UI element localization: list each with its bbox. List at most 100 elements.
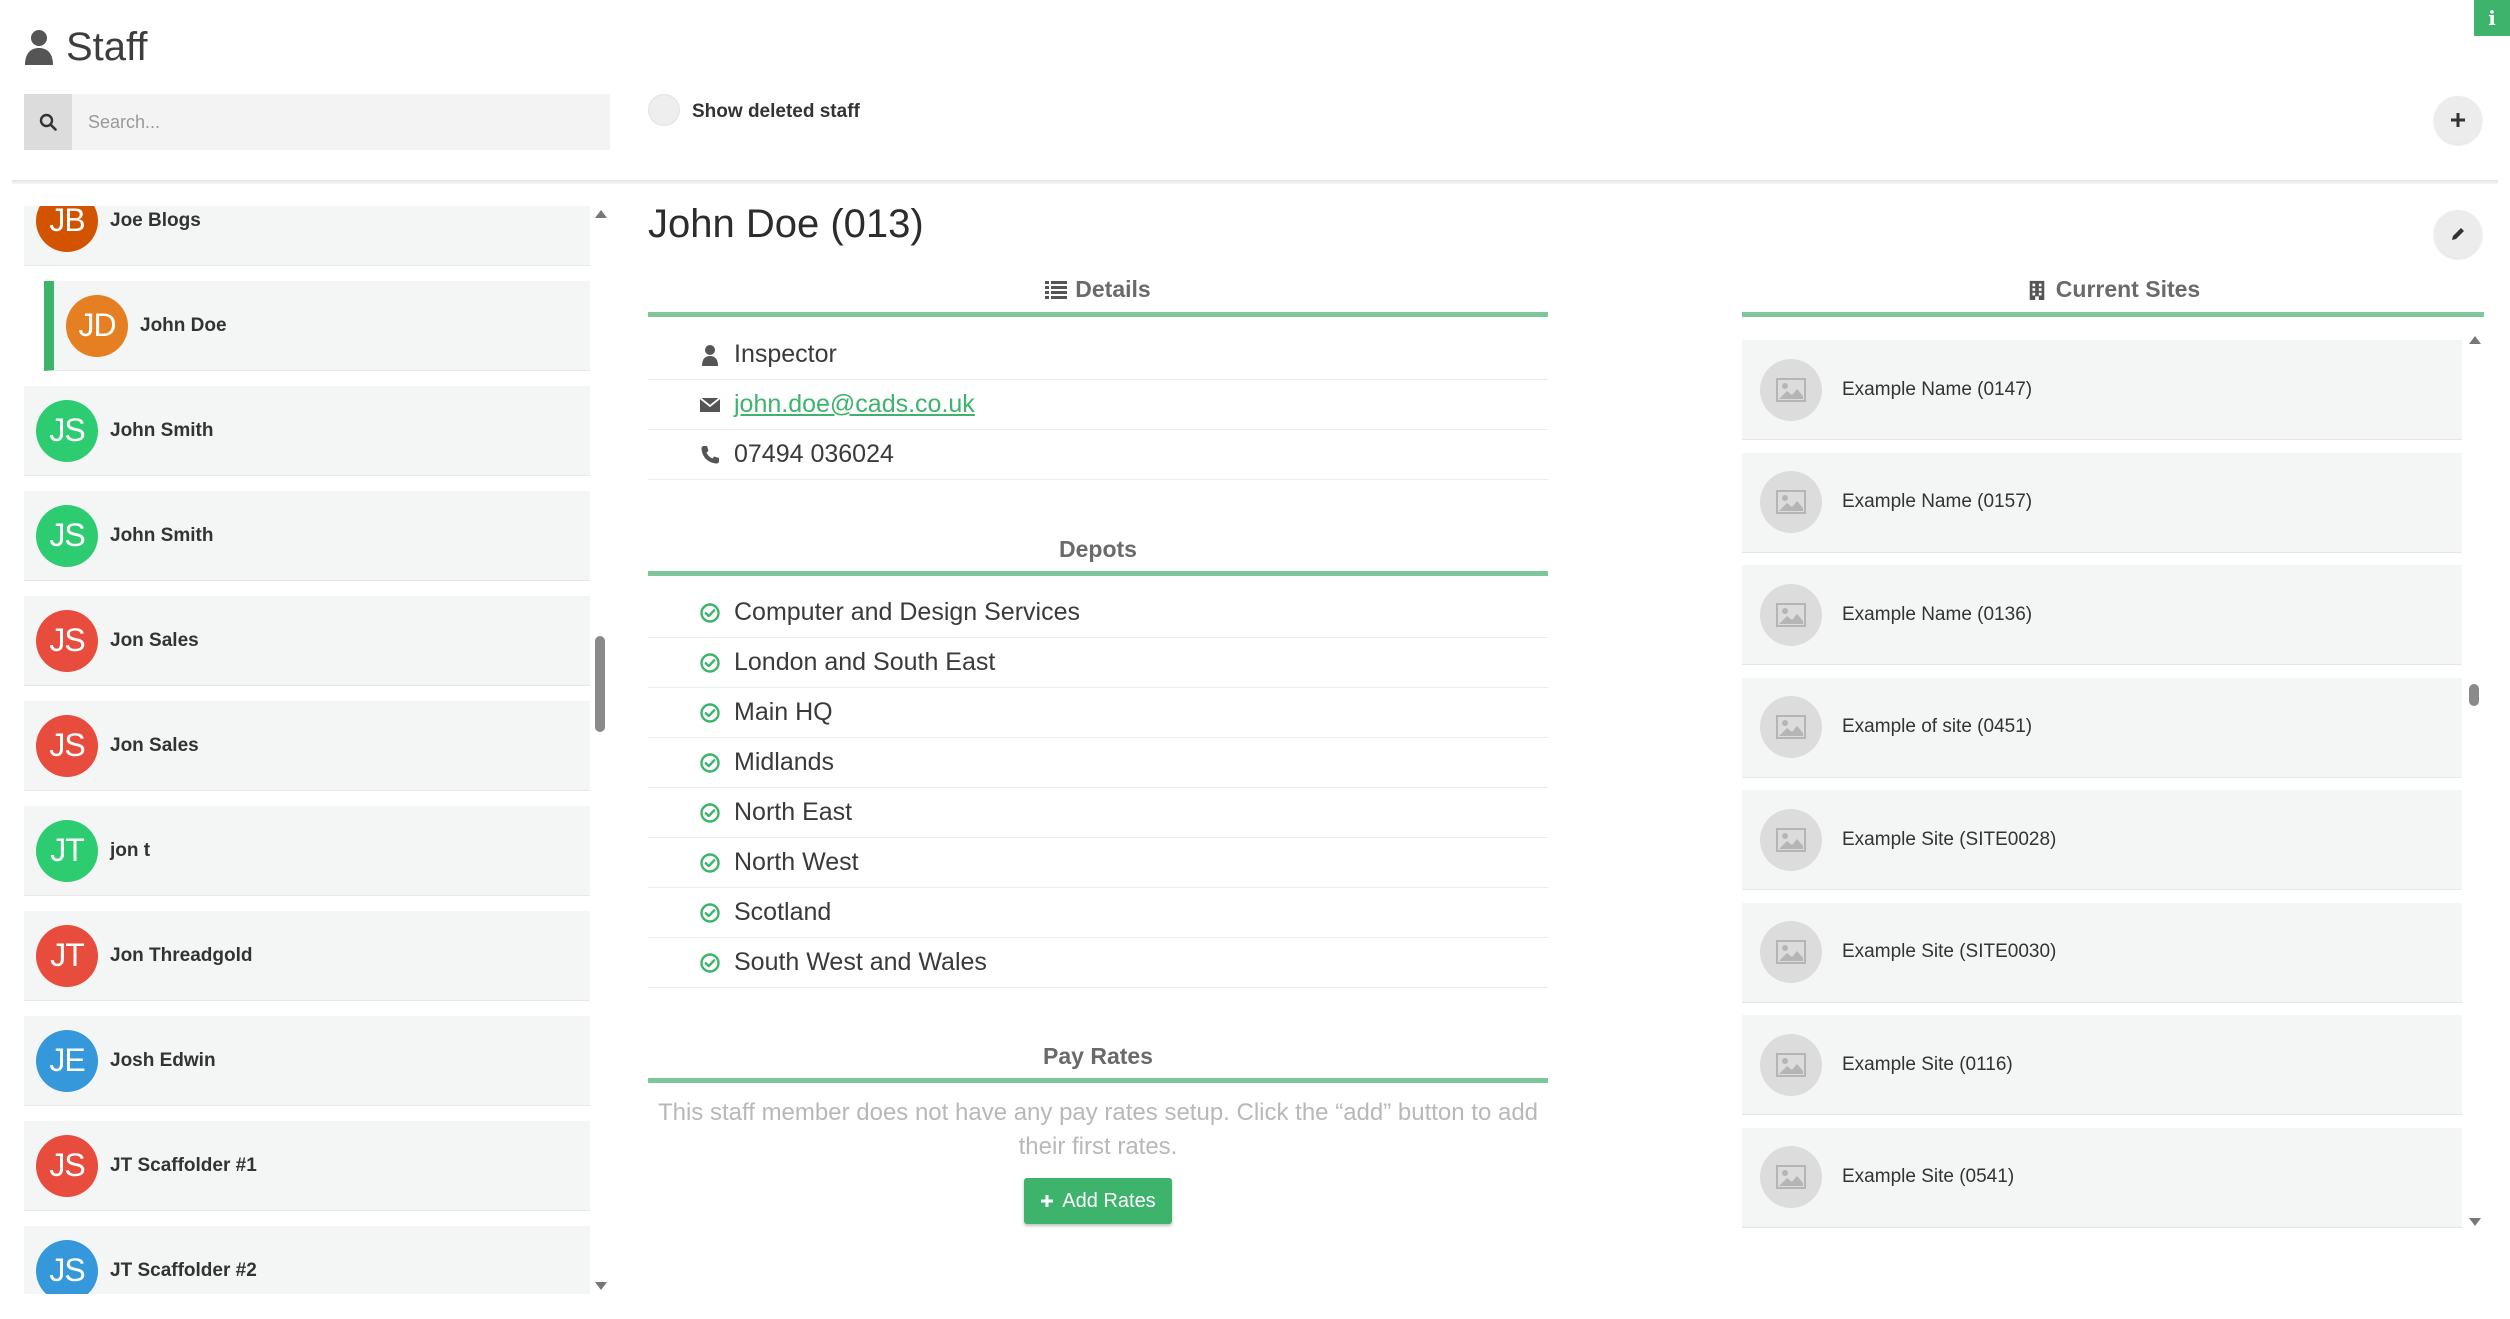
page-title: Staff <box>24 22 148 72</box>
role-row: Inspector <box>648 330 1548 380</box>
staff-role: Inspector <box>734 340 837 368</box>
details-rule <box>648 312 1548 317</box>
avatar: JS <box>36 714 98 777</box>
sites-list-scrollbar[interactable] <box>2466 332 2482 1230</box>
staff-name: John Smith <box>110 419 214 441</box>
show-deleted-toggle[interactable] <box>648 94 680 126</box>
staff-name: Josh Edwin <box>110 1049 216 1071</box>
staff-name: JT Scaffolder #2 <box>110 1259 257 1281</box>
depot-name: Main HQ <box>734 698 833 726</box>
site-name: Example Name (0136) <box>1842 603 2033 625</box>
pay-rates-rule <box>648 1078 1548 1083</box>
staff-name: Jon Sales <box>110 629 199 651</box>
page-title-text: Staff <box>66 24 148 69</box>
site-list-item[interactable]: Example Name (0136) <box>1742 565 2462 665</box>
site-list-item[interactable]: Example Site (0116) <box>1742 1015 2462 1115</box>
image-placeholder-icon <box>1776 940 1806 964</box>
site-list-item[interactable]: Example Site (SITE0028) <box>1742 790 2462 890</box>
info-button[interactable]: i <box>2474 0 2510 36</box>
depot-row: Computer and Design Services <box>648 588 1548 638</box>
depots-section-title: Depots <box>1059 536 1137 562</box>
search-box <box>24 94 610 150</box>
site-list-item[interactable]: Example Name (0157) <box>1742 452 2462 553</box>
depot-row: North West <box>648 838 1548 888</box>
site-thumbnail <box>1760 696 1822 758</box>
site-name: Example Name (0157) <box>1842 491 2033 512</box>
check-circle-icon <box>700 952 720 973</box>
depot-name: Midlands <box>734 748 835 776</box>
staff-list-item[interactable]: JB Joe Blogs <box>24 206 590 266</box>
check-circle-icon <box>700 902 720 923</box>
image-placeholder-icon <box>1776 602 1806 627</box>
site-list-item[interactable]: Example of site (0451) <box>1742 677 2462 778</box>
pencil-icon <box>2452 228 2464 240</box>
staff-name: John Doe <box>140 314 227 336</box>
depots-rule <box>648 571 1548 576</box>
check-circle-icon <box>700 702 720 723</box>
pay-rates-section-title: Pay Rates <box>1043 1043 1153 1069</box>
staff-list[interactable]: JB Joe Blogs JD John Doe JS John Smith JS John … <box>24 206 590 1294</box>
site-list-item[interactable]: Example Site (SITE0030) <box>1742 902 2462 1003</box>
building-icon <box>2029 280 2045 300</box>
edit-staff-button[interactable] <box>2434 210 2482 258</box>
scroll-down-arrow-icon[interactable] <box>595 1282 607 1290</box>
site-thumbnail <box>1760 1146 1822 1208</box>
site-list-item[interactable]: Example Site (0541) <box>1742 1127 2462 1228</box>
scroll-down-arrow-icon[interactable] <box>2469 1218 2481 1226</box>
staff-list-item[interactable]: JS John Smith <box>24 386 590 476</box>
scroll-up-arrow-icon[interactable] <box>2469 336 2481 344</box>
add-rates-button[interactable]: Add Rates <box>1024 1178 1172 1224</box>
search-input[interactable] <box>72 94 610 150</box>
staff-email-link[interactable]: john.doe@cads.co.uk <box>734 390 975 419</box>
pay-rates-empty-message: This staff member does not have any pay … <box>657 1099 1539 1160</box>
list-icon <box>1045 280 1068 299</box>
scroll-thumb[interactable] <box>2469 684 2479 706</box>
staff-list-scrollbar[interactable] <box>592 206 608 1294</box>
staff-name: Jon Sales <box>110 734 199 756</box>
site-thumbnail <box>1760 808 1822 871</box>
staff-list-item[interactable]: JS Jon Sales <box>24 701 590 791</box>
check-circle-icon <box>700 652 720 673</box>
search-button[interactable] <box>24 94 72 150</box>
user-icon <box>25 30 53 65</box>
staff-name: Jon Threadgold <box>110 944 253 966</box>
depot-name: Scotland <box>734 898 832 926</box>
site-thumbnail <box>1760 471 1822 533</box>
depot-name: North West <box>734 848 859 876</box>
phone-icon <box>701 445 719 463</box>
site-name: Example Site (0116) <box>1842 1053 2013 1075</box>
image-placeholder-icon <box>1776 377 1806 402</box>
avatar: JB <box>36 206 98 252</box>
staff-list-item[interactable]: JE Josh Edwin <box>24 1016 590 1106</box>
depot-name: London and South East <box>734 648 996 676</box>
staff-phone: 07494 036024 <box>734 440 894 468</box>
sites-list[interactable]: Example Name (0147) Example Name (0157) Ex… <box>1742 340 2462 1230</box>
staff-name: Joe Blogs <box>110 209 201 231</box>
scroll-up-arrow-icon[interactable] <box>595 210 607 218</box>
staff-list-item[interactable]: JT jon t <box>24 806 590 896</box>
avatar: JT <box>36 924 98 987</box>
site-name: Example Site (SITE0028) <box>1842 828 2057 850</box>
sites-rule <box>1742 312 2484 317</box>
staff-list-item[interactable]: JS Jon Sales <box>24 596 590 686</box>
staff-list-item[interactable]: JD John Doe <box>44 281 590 371</box>
depot-name: South West and Wales <box>734 948 987 976</box>
avatar: JS <box>36 399 98 462</box>
staff-list-item[interactable]: JS JT Scaffolder #1 <box>24 1121 590 1211</box>
add-staff-button[interactable] <box>2434 96 2482 144</box>
check-circle-icon <box>700 602 720 623</box>
staff-list-item[interactable]: JS JT Scaffolder #2 <box>24 1226 590 1294</box>
staff-name: JT Scaffolder #1 <box>110 1154 257 1176</box>
scroll-thumb[interactable] <box>595 636 605 732</box>
staff-list-item[interactable]: JS John Smith <box>24 491 590 581</box>
site-name: Example Site (SITE0030) <box>1842 941 2057 962</box>
depot-row: Midlands <box>648 738 1548 788</box>
site-list-item[interactable]: Example Name (0147) <box>1742 340 2462 440</box>
plus-icon <box>1041 1195 1054 1207</box>
depot-row: North East <box>648 788 1548 838</box>
avatar: JS <box>36 1134 98 1197</box>
image-placeholder-icon <box>1776 1052 1806 1077</box>
staff-list-item[interactable]: JT Jon Threadgold <box>24 911 590 1001</box>
email-row: john.doe@cads.co.uk <box>648 380 1548 430</box>
check-circle-icon <box>700 752 720 773</box>
